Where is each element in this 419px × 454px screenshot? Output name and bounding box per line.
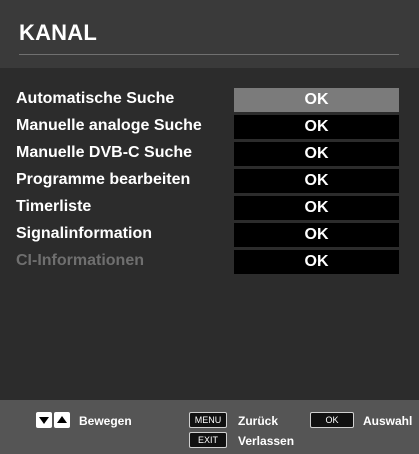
back-label: Zurück [238,414,279,428]
menu-row-ci-information[interactable]: CI-Informationen OK [0,250,419,274]
menu-row-automatic-search[interactable]: Automatische Suche OK [0,88,419,112]
timer-list-ok-button[interactable]: OK [234,196,399,220]
arrow-up-key-icon [54,412,70,428]
exit-label: Verlassen [238,434,295,448]
move-label: Bewegen [79,414,132,428]
manual-analog-search-ok-button[interactable]: OK [234,115,399,139]
menu-item-label: Automatische Suche [16,90,175,107]
menu-item-label: Manuelle DVB-C Suche [16,144,193,161]
menu-row-signal-information[interactable]: Signalinformation OK [0,223,419,247]
menu-row-timer-list[interactable]: Timerliste OK [0,196,419,220]
menu-item-label: Programme bearbeiten [16,171,191,188]
menu-key-icon: MENU [189,412,227,428]
manual-dvbc-search-ok-button[interactable]: OK [234,142,399,166]
menu-row-manual-dvbc-search[interactable]: Manuelle DVB-C Suche OK [0,142,419,166]
menu-item-label: Signalinformation [16,225,152,242]
select-label: Auswahl [363,414,413,428]
ci-information-ok-button[interactable]: OK [234,250,399,274]
arrow-down-key-icon [36,412,52,428]
signal-information-ok-button[interactable]: OK [234,223,399,247]
menu-item-label: Timerliste [16,198,92,215]
menu-row-manual-analog-search[interactable]: Manuelle analoge Suche OK [0,115,419,139]
header: KANAL [0,0,419,68]
footer-key-legend: Bewegen MENU Zurück EXIT Verlassen OK Au… [0,400,419,454]
menu-row-edit-programs[interactable]: Programme bearbeiten OK [0,169,419,193]
ok-key-icon: OK [310,412,354,428]
exit-key-icon: EXIT [189,432,227,448]
automatic-search-ok-button[interactable]: OK [234,88,399,112]
channel-menu: Automatische Suche OK Manuelle analoge S… [0,68,419,400]
menu-item-label: CI-Informationen [16,252,144,269]
edit-programs-ok-button[interactable]: OK [234,169,399,193]
page-title: KANAL [19,20,97,45]
menu-item-label: Manuelle analoge Suche [16,117,202,134]
title-divider [19,54,399,55]
osd-screen: KANAL Automatische Suche OK Manuelle ana… [0,0,419,454]
